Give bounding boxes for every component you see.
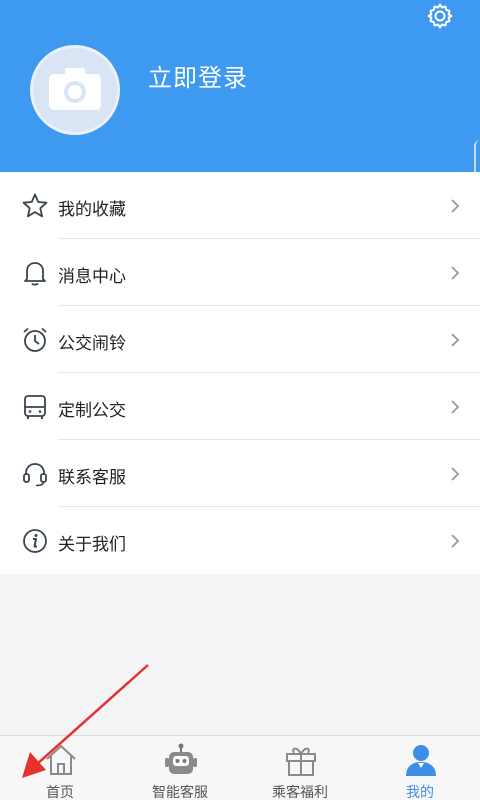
gear-icon[interactable] <box>426 2 454 30</box>
menu-item-about[interactable]: 关于我们 <box>0 507 480 574</box>
user-icon <box>406 745 436 776</box>
tab-home[interactable]: 首页 <box>0 736 120 800</box>
tab-label: 乘客福利 <box>272 785 328 800</box>
bus-icon <box>24 395 46 419</box>
bell-icon <box>24 262 46 286</box>
chevron-right-icon <box>451 199 460 213</box>
robot-icon <box>165 743 197 774</box>
profile-header: 立即登录 <box>0 0 480 172</box>
chevron-right-icon <box>451 333 460 347</box>
menu-item-custom-bus[interactable]: 定制公交 <box>0 373 480 440</box>
star-icon <box>22 193 48 218</box>
menu-item-label: 消息中心 <box>58 267 126 287</box>
menu-item-label: 关于我们 <box>58 535 126 555</box>
tab-mine[interactable]: 我的 <box>360 736 480 800</box>
menu-item-bus-alarm[interactable]: 公交闹铃 <box>0 306 480 373</box>
chevron-right-icon <box>451 400 460 414</box>
menu-list: 我的收藏 消息中心 公交闹铃 定制公交 联系客服 关于我们 <box>0 172 480 574</box>
headset-icon <box>23 463 47 487</box>
menu-item-messages[interactable]: 消息中心 <box>0 239 480 306</box>
menu-item-label: 定制公交 <box>58 401 126 421</box>
menu-item-favorites[interactable]: 我的收藏 <box>0 172 480 239</box>
menu-item-label: 公交闹铃 <box>58 334 126 354</box>
camera-icon <box>49 68 101 110</box>
tab-passenger-benefits[interactable]: 乘客福利 <box>240 736 360 800</box>
home-icon <box>46 744 76 775</box>
menu-item-label: 联系客服 <box>58 468 126 488</box>
bottom-tab-bar: 首页 智能客服 乘客福利 我的 <box>0 735 480 800</box>
chevron-right-icon <box>451 266 460 280</box>
tab-smart-service[interactable]: 智能客服 <box>120 736 240 800</box>
login-link[interactable]: 立即登录 <box>148 58 248 93</box>
avatar[interactable] <box>30 45 120 135</box>
info-icon <box>23 529 47 553</box>
tab-label: 首页 <box>46 785 74 800</box>
menu-item-customer-service[interactable]: 联系客服 <box>0 440 480 507</box>
gift-icon <box>286 747 316 776</box>
chevron-right-icon <box>451 467 460 481</box>
alarm-clock-icon <box>23 327 47 352</box>
menu-item-label: 我的收藏 <box>58 200 126 220</box>
chevron-right-icon <box>451 534 460 548</box>
tab-label: 我的 <box>406 785 434 800</box>
tab-label: 智能客服 <box>152 785 208 800</box>
